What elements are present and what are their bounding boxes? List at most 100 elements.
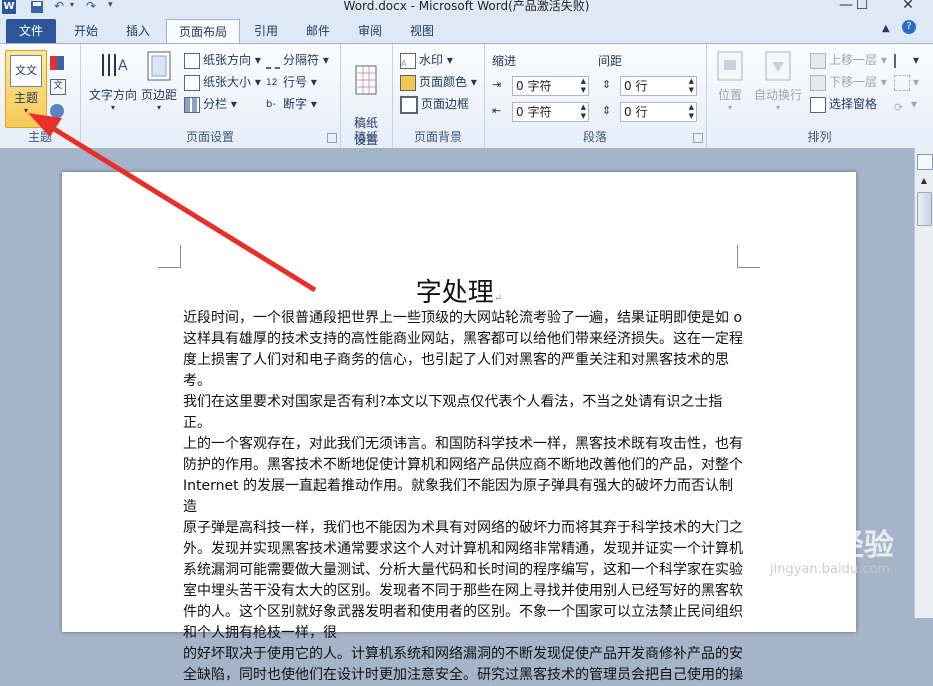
spinner-icon[interactable]: ▲ ▼ [581,103,586,121]
document-body[interactable]: 近段时间，一个很普通段把世界上一些顶级的大网站轮流考验了一遍，结果证明即使是如 … [183,308,743,686]
indent-left-value: 0 字符 [516,79,552,93]
page-borders-button[interactable]: 页面边框 [400,94,469,114]
spinner-icon[interactable]: ▲ ▼ [581,77,586,95]
manuscript-settings-button[interactable]: 稿纸 设置 [346,50,386,162]
body-line: 的好坏取决于使用它的人。计算机系统和网络漏洞的不断发现促使产品开发商修补产品的安 [183,646,743,662]
tab-mailings[interactable]: 邮件 [294,19,342,43]
body-line: 室中埋头苦干没有太大的区别。发现者不同于那些在网上寻找并使用别人已经写好的黑客软 [183,583,743,599]
scroll-up-icon[interactable]: ▲ [917,174,931,188]
size-button[interactable]: 纸张大小 ▾ [184,72,261,92]
theme-fonts-button[interactable]: 文 [50,76,69,96]
tab-references[interactable]: 引用 [242,19,290,43]
page-borders-label: 页面边框 [421,97,470,111]
indent-label: 缩进 [492,54,517,68]
paragraph-launcher-icon[interactable] [693,133,703,143]
page-setup-launcher-icon[interactable] [327,133,337,143]
columns-label: 分栏 [203,97,228,111]
watermark-logo-text: Bai 经验 [770,528,894,563]
ruler-toggle-icon[interactable] [917,154,933,170]
group-label-page-setup: 页面设置 [185,130,234,144]
group-theme: 文文 主题 ▾ 文 主题 [0,44,81,148]
document-page[interactable]: 字处理↵ 近段时间，一个很普通段把世界上一些顶级的大网站轮流考验了一遍，结果证明… [62,172,856,683]
line-numbers-label: 行号 [283,75,308,89]
selection-pane-button[interactable]: 选择窗格 [810,94,877,114]
spinner-icon[interactable]: ▲ ▼ [689,103,694,121]
bring-forward-button[interactable]: 上移一层 ▾ [810,50,887,70]
chevron-down-icon: ▾ [110,103,115,112]
body-line: 和个人拥有枪枝一样，很 [183,625,337,641]
paint-bucket-icon [400,74,416,91]
collapse-ribbon-icon[interactable]: ▲ [882,23,890,34]
ribbon-tabs: 文件 开始 插入 页面布局 引用 邮件 审阅 视图 ▲ ? [0,16,933,44]
svg-text:A: A [118,58,128,74]
align-button[interactable]: ▾ [894,50,919,70]
rotate-icon: ⟳ [894,100,904,114]
group-paragraph: 缩进 间距 ⇥ 0 字符 ▲ ▼ ⇤ 0 字符 ▲ ▼ ⇕ 0 行 ▲ ▼ ⇕ 0 行 ▲ ▼ … [484,44,707,148]
columns-button[interactable]: 分栏 ▾ [184,94,237,114]
chevron-down-icon: ▾ [775,103,780,112]
body-line: 防护的作用。黑客技术不断地促使计算机和网络产品供应商不断地改善他们的产品，对整个 [183,457,743,473]
hyphenation-icon: b- [266,98,276,110]
indent-right-icon: ⇤ [492,104,502,117]
close-button[interactable]: ✕ [893,0,923,14]
document-title: 字处理↵ [62,272,856,309]
spacing-after-input[interactable]: 0 行 ▲ ▼ [620,102,697,122]
text-direction-icon: A [97,50,129,82]
spacing-label: 间距 [598,54,623,68]
orientation-button[interactable]: 纸张方向 ▾ [184,50,261,70]
chevron-down-icon: ▾ [23,106,28,115]
spinner-icon[interactable]: ▲ ▼ [689,77,694,95]
scroll-thumb[interactable] [917,192,932,226]
window-title: Word.docx - Microsoft Word(产品激活失败) [343,0,590,13]
bring-forward-icon [810,52,826,69]
group-objects-button[interactable]: ▾ [894,72,919,92]
tab-view[interactable]: 视图 [398,19,446,43]
hyphenation-button[interactable]: b- 断字 ▾ [266,94,317,114]
theme-colors-button[interactable] [50,52,67,72]
body-line: 近段时间，一个很普通段把世界上一些顶级的大网站轮流考验了一遍，结果证明即使是如 … [183,310,743,326]
margin-corner-mark [158,245,181,268]
group-label-page-background: 页面背景 [413,130,462,144]
tab-file[interactable]: 文件 [6,19,56,43]
chevron-down-icon: ▾ [727,103,732,112]
body-line: 件的人。这个区别就好象武器发明者和使用者的区别。不象一个国家可以立法禁止民间组织 [183,604,743,620]
page-border-icon [400,95,418,114]
wrap-text-button[interactable]: 自动换行 ▾ [750,50,806,112]
tab-page-layout[interactable]: 页面布局 [166,19,240,44]
watermark-url: jingyan.baidu.com [770,562,890,577]
body-line: 我们在这里要术对国家是否有利?本文以下观点仅代表个人看法，不当之处请有识之士指正… [183,394,723,431]
rotate-button[interactable]: ⟳ ▾ [894,94,917,114]
tab-review[interactable]: 审阅 [346,19,394,43]
group-page-background: A 水印 ▾ 页面颜色 ▾ 页面边框 页面背景 [392,44,485,148]
tab-home[interactable]: 开始 [62,19,110,43]
group-label-manuscript: 稿纸 [353,130,378,144]
chevron-down-icon: ▾ [156,103,161,112]
send-backward-label: 下移一层 [829,75,878,89]
text-direction-label: 文字方向 [88,88,137,102]
body-line: 外。发现并实现黑客技术通常要求这个人对计算机和网络非常精通，发现并证实一个计算机 [183,541,743,557]
send-backward-button[interactable]: 下移一层 ▾ [810,72,887,92]
maximize-button[interactable]: ☐ [847,0,877,14]
group-label-theme: 主题 [27,130,52,144]
page-color-button[interactable]: 页面颜色 ▾ [400,72,477,92]
spacing-before-input[interactable]: 0 行 ▲ ▼ [620,76,697,96]
watermark-button[interactable]: A 水印 ▾ [400,50,453,70]
help-icon[interactable]: ? [902,20,916,34]
theme-button[interactable]: 文文 主题 ▾ [5,50,47,128]
paragraph-mark-icon: ↵ [493,293,503,304]
position-label: 位置 [717,88,742,102]
breaks-button[interactable]: 分隔符 ▾ [266,50,329,70]
theme-effects-button[interactable] [50,100,67,120]
indent-right-input[interactable]: 0 字符 ▲ ▼ [512,102,589,122]
position-button[interactable]: 位置 ▾ [710,50,750,112]
line-numbers-button[interactable]: 12 行号 ▾ [266,72,317,92]
orientation-label: 纸张方向 [203,53,252,67]
margins-button[interactable]: 页边距 ▾ [138,50,180,112]
body-line: 原子弹是高科技一样，我们也不能因为术具有对网络的破坏力而将其弃于科学技术的大门之 [183,520,743,536]
tab-insert[interactable]: 插入 [114,19,162,43]
watermark-label: 水印 [419,53,444,67]
page-color-label: 页面颜色 [419,75,468,89]
indent-left-input[interactable]: 0 字符 ▲ ▼ [512,76,589,96]
text-direction-button[interactable]: A 文字方向 ▾ [86,50,140,112]
align-icon [894,53,910,68]
